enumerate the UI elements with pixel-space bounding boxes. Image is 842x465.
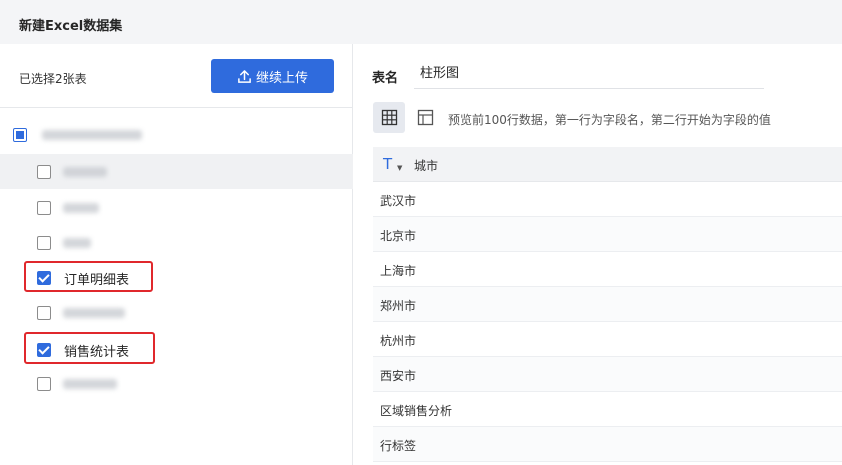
sheet-checkbox[interactable]	[37, 377, 51, 391]
table-name-input[interactable]: 柱形图	[414, 59, 764, 89]
blurred-sheet-name	[63, 379, 117, 389]
highlight-box	[24, 261, 153, 292]
table-cell: 西安市	[380, 369, 417, 383]
grid-view-button[interactable]	[373, 102, 405, 133]
table-cell: 上海市	[380, 264, 417, 278]
sheet-row[interactable]	[0, 190, 353, 225]
table-row: 北京市	[373, 217, 842, 252]
blurred-sheet-name	[63, 167, 107, 177]
sheet-checkbox[interactable]	[37, 236, 51, 250]
sheet-row[interactable]	[0, 366, 353, 401]
column-header[interactable]: T ▼ 城市	[373, 147, 842, 182]
blurred-file-name	[42, 130, 142, 140]
sheet-row[interactable]	[0, 295, 353, 330]
highlight-box	[24, 332, 155, 364]
table-cell: 杭州市	[380, 334, 417, 348]
table-cell: 武汉市	[380, 194, 417, 208]
file-checkbox[interactable]	[13, 128, 27, 142]
table-cell: 北京市	[380, 229, 417, 243]
table-cell: 行标签	[380, 439, 417, 453]
table-row: 杭州市	[373, 322, 842, 357]
table-row: 上海市	[373, 252, 842, 287]
table-row: 西安市	[373, 357, 842, 392]
blurred-sheet-name	[63, 308, 125, 318]
dialog-header: 新建Excel数据集	[0, 0, 842, 44]
table-row: 行标签	[373, 427, 842, 462]
layout-icon[interactable]	[417, 109, 434, 126]
table-name-label: 表名	[372, 71, 399, 86]
table-row: 武汉市	[373, 182, 842, 217]
continue-upload-button[interactable]: 继续上传	[211, 59, 334, 93]
divider	[0, 107, 353, 108]
sheet-list-panel: 已选择2张表 继续上传 订单明细表 销售统计表	[0, 44, 353, 465]
grid-icon	[381, 109, 397, 126]
table-cell: 郑州市	[380, 299, 417, 313]
continue-upload-label: 继续上传	[255, 70, 308, 86]
table-row: 区域销售分析	[373, 392, 842, 427]
column-name: 城市	[414, 159, 439, 173]
caret-down-icon: ▼	[397, 164, 403, 172]
blurred-sheet-name	[63, 203, 99, 213]
sheet-checkbox[interactable]	[37, 306, 51, 320]
preview-table: T ▼ 城市 武汉市 北京市 上海市 郑州市 杭州市 西安市 区域销售分析 行标…	[373, 147, 842, 462]
table-row: 郑州市	[373, 287, 842, 322]
sheet-checkbox[interactable]	[37, 201, 51, 215]
text-type-icon[interactable]: T	[383, 155, 392, 173]
preview-hint: 预览前100行数据，第一行为字段名，第二行开始为字段的值	[448, 113, 771, 127]
sheet-row[interactable]	[0, 154, 353, 189]
dialog-title: 新建Excel数据集	[19, 19, 123, 34]
preview-panel: 表名 柱形图 预览前100行数据，第一行为字段名，第二行开始为字段的值 T ▼ …	[354, 44, 842, 465]
sheet-checkbox[interactable]	[37, 165, 51, 179]
selected-count: 已选择2张表	[19, 72, 87, 86]
upload-icon	[238, 69, 251, 83]
blurred-sheet-name	[63, 238, 91, 248]
sheet-row[interactable]	[0, 225, 353, 260]
table-cell: 区域销售分析	[380, 404, 453, 418]
file-row[interactable]	[0, 117, 353, 152]
